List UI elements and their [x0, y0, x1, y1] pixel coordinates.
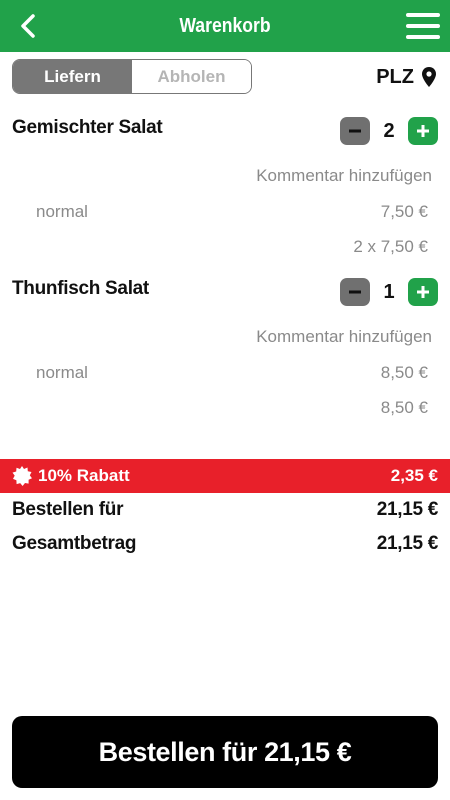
quantity-stepper: 2: [340, 116, 438, 146]
item-unit-price: 7,50 €: [380, 202, 428, 221]
quantity-value: 1: [383, 280, 395, 303]
quantity-stepper: 1: [340, 277, 438, 307]
quantity-value: 2: [383, 119, 395, 142]
total-label: Gesamtbetrag: [12, 533, 137, 554]
add-comment-link[interactable]: Kommentar hinzufügen: [256, 166, 432, 186]
app-header: Warenkorb: [0, 0, 450, 52]
order-for-row: Bestellen für 21,15 €: [12, 499, 438, 521]
discount-burst-icon-wrap: [12, 466, 32, 486]
item-name: Thunfisch Salat: [12, 278, 149, 299]
discount-bar: 10% Rabatt 2,35 €: [0, 459, 450, 493]
plus-icon: [417, 125, 429, 137]
total-row: Gesamtbetrag 21,15 €: [12, 533, 438, 555]
tab-abholen[interactable]: Abholen: [132, 60, 251, 93]
increase-button[interactable]: [408, 278, 438, 306]
increase-button[interactable]: [408, 117, 438, 145]
location-pin-icon: [422, 67, 436, 87]
item-line-total: 2 x 7,50 €: [353, 237, 428, 256]
place-order-button[interactable]: Bestellen für 21,15 €: [12, 716, 438, 788]
tab-liefern[interactable]: Liefern: [13, 60, 132, 93]
item-variant: normal: [36, 202, 88, 221]
item-variant: normal: [36, 363, 88, 382]
discount-burst-icon: [12, 466, 32, 486]
hamburger-menu-icon: [406, 13, 440, 17]
item-name: Gemischter Salat: [12, 117, 163, 138]
discount-label: 10% Rabatt: [38, 466, 130, 485]
hamburger-menu-icon-line: [406, 35, 440, 39]
decrease-button[interactable]: [340, 117, 370, 145]
item-unit-price: 8,50 €: [380, 363, 428, 382]
total-value: 21,15 €: [376, 533, 439, 554]
plz-selector[interactable]: PLZ: [376, 62, 436, 92]
discount-amount: 2,35 €: [390, 466, 438, 485]
minus-icon: [349, 129, 361, 133]
menu-button[interactable]: [406, 10, 440, 42]
minus-icon: [349, 290, 361, 294]
delivery-mode-toggle: Liefern Abholen: [12, 59, 252, 94]
order-for-value: 21,15 €: [376, 499, 439, 520]
order-for-label: Bestellen für: [12, 499, 124, 520]
decrease-button[interactable]: [340, 278, 370, 306]
plz-label: PLZ: [376, 65, 414, 88]
page-title: Warenkorb: [179, 15, 271, 37]
add-comment-link[interactable]: Kommentar hinzufügen: [256, 327, 432, 347]
item-line-total: 8,50 €: [380, 398, 428, 417]
plus-icon: [417, 286, 429, 298]
hamburger-menu-icon-line: [406, 24, 440, 28]
